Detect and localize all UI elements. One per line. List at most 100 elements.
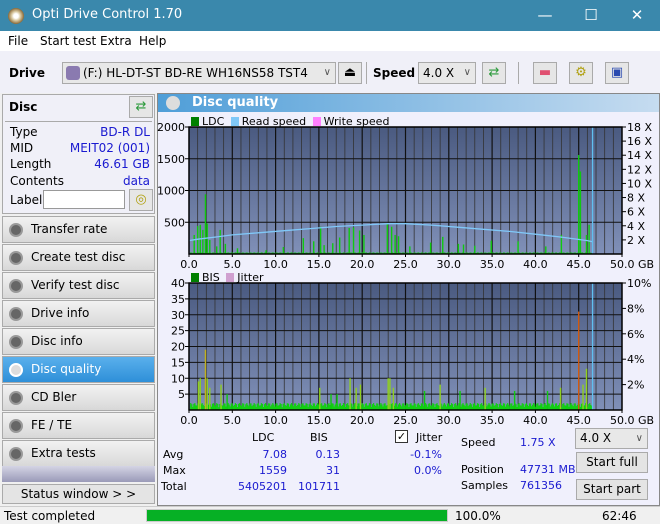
start-full-button[interactable]: Start full — [576, 452, 648, 473]
disc-quality-icon — [166, 96, 180, 110]
position-label: Position — [461, 463, 504, 476]
disc-icon — [9, 363, 23, 377]
elapsed-time: 62:46 — [602, 509, 637, 523]
y-tick-label: 5 — [178, 388, 185, 401]
x-tick-label: 40.0 — [523, 414, 548, 426]
test-speed-select[interactable]: 4.0 X ∨ — [575, 428, 648, 449]
y-tick-label: 15 — [171, 356, 185, 369]
menu-start-test[interactable]: Start test — [40, 34, 96, 48]
progress-text: 100.0% — [455, 509, 501, 523]
nav-disc-quality[interactable]: Disc quality — [2, 356, 155, 383]
y2-tick-label: 4% — [627, 353, 644, 366]
y-tick-label: 20 — [171, 341, 185, 354]
menu-file[interactable]: File — [8, 34, 28, 48]
disc-contents-label: Contents — [10, 174, 64, 188]
nav-cd-bler[interactable]: CD Bler — [2, 384, 155, 411]
x-tick-label: 45.0 — [566, 258, 591, 270]
title-bar: Opti Drive Control 1.70 — ☐ ✕ — [0, 0, 660, 31]
nav-label: FE / TE — [31, 418, 73, 432]
disc-icon — [9, 251, 23, 265]
nav-label: Drive info — [31, 306, 90, 320]
disc-contents-value: data — [122, 174, 150, 188]
status-window-button[interactable]: Status window > > — [2, 484, 155, 504]
total-ldc: 5405201 — [238, 480, 287, 493]
nav-spacer — [2, 466, 155, 482]
disc-type-value: BD-R DL — [100, 125, 150, 139]
y-tick-label: 25 — [171, 325, 185, 338]
x-tick-label: 10.0 — [263, 414, 288, 426]
nav-label: Disc quality — [31, 362, 102, 376]
y-tick-label: 10 — [171, 372, 185, 385]
nav-extra-tests[interactable]: Extra tests — [2, 440, 155, 467]
jitter-header: Jitter — [416, 431, 443, 444]
menu-help[interactable]: Help — [139, 34, 166, 48]
disc-label-label: Label — [10, 193, 43, 207]
disc-icon — [9, 447, 23, 461]
erase-button[interactable]: ▬ — [533, 62, 557, 84]
max-ldc: 1559 — [259, 464, 287, 477]
nav-verify-test-disc[interactable]: Verify test disc — [2, 272, 155, 299]
nav-create-test-disc[interactable]: Create test disc — [2, 244, 155, 271]
nav-label: Verify test disc — [31, 278, 120, 292]
drive-select[interactable]: (F:) HL-DT-ST BD-RE WH16NS58 TST4 ∨ — [62, 62, 336, 84]
x-tick-label: 20.0 — [350, 258, 375, 270]
nav-fe-te[interactable]: FE / TE — [2, 412, 155, 439]
speed-stat-label: Speed — [461, 436, 496, 449]
x-tick-label: 25.0 — [393, 258, 418, 270]
x-tick-label: 45.0 — [566, 414, 591, 426]
y2-tick-label: 14 X — [627, 149, 652, 162]
chevron-down-icon: ∨ — [635, 433, 643, 444]
x-tick-label: 50.0 GB — [610, 414, 654, 426]
y2-tick-label: 8 X — [627, 192, 645, 205]
settings-button[interactable]: ⚙ — [569, 62, 593, 84]
eject-button[interactable]: ⏏ — [338, 62, 362, 84]
x-tick-label: 10.0 — [263, 258, 288, 270]
y-tick-label: 1000 — [157, 185, 185, 198]
x-tick-label: 20.0 — [350, 414, 375, 426]
total-bis: 101711 — [298, 480, 340, 493]
status-text: Test completed — [4, 509, 96, 523]
start-part-button[interactable]: Start part — [576, 479, 648, 500]
y-tick-label: 40 — [171, 277, 185, 290]
drive-icon — [66, 66, 80, 80]
disc-header: Disc — [9, 100, 38, 114]
disc-length-label: Length — [10, 157, 52, 171]
y2-tick-label: 2 X — [627, 234, 645, 247]
max-bis: 31 — [326, 464, 340, 477]
jitter-checkbox[interactable]: ✓ — [395, 430, 408, 443]
x-tick-label: 25.0 — [393, 414, 418, 426]
y2-tick-label: 12 X — [627, 163, 652, 176]
menu-extra[interactable]: Extra — [100, 34, 132, 48]
y2-tick-label: 6 X — [627, 206, 645, 219]
x-tick-label: 50.0 GB — [610, 258, 654, 270]
nav-disc-info[interactable]: Disc info — [2, 328, 155, 355]
speed-select[interactable]: 4.0 X ∨ — [418, 62, 476, 84]
disc-icon — [9, 419, 23, 433]
disc-refresh-button[interactable]: ⇄ — [129, 96, 153, 118]
y2-tick-label: 18 X — [627, 121, 652, 134]
total-label: Total — [161, 480, 187, 493]
nav-label: Disc info — [31, 334, 83, 348]
y2-tick-label: 16 X — [627, 135, 652, 148]
disc-label-button[interactable]: ◎ — [129, 189, 153, 211]
disc-label-input[interactable] — [43, 190, 125, 209]
save-button[interactable]: ▣ — [605, 62, 629, 84]
progress-bar — [146, 509, 448, 522]
y2-tick-label: 10 X — [627, 177, 652, 190]
status-bar: Test completed 100.0% 62:46 — [0, 506, 660, 524]
nav-label: Extra tests — [31, 446, 96, 460]
close-button[interactable]: ✕ — [614, 0, 660, 31]
test-speed-value: 4.0 X — [580, 431, 612, 445]
ldc-chart: 5001000150020002 X4 X6 X8 X10 X12 X14 X1… — [157, 121, 654, 270]
samples-value: 761356 — [520, 479, 562, 492]
disc-mid-value: MEIT02 (001) — [69, 141, 150, 155]
nav-drive-info[interactable]: Drive info — [2, 300, 155, 327]
refresh-button[interactable]: ⇄ — [482, 62, 506, 84]
x-tick-label: 40.0 — [523, 258, 548, 270]
nav-transfer-rate[interactable]: Transfer rate — [2, 216, 155, 243]
maximize-button[interactable]: ☐ — [568, 0, 614, 31]
x-tick-label: 30.0 — [437, 414, 462, 426]
minimize-button[interactable]: — — [522, 0, 568, 31]
x-tick-label: 0.0 — [180, 258, 198, 270]
avg-ldc: 7.08 — [262, 448, 288, 461]
